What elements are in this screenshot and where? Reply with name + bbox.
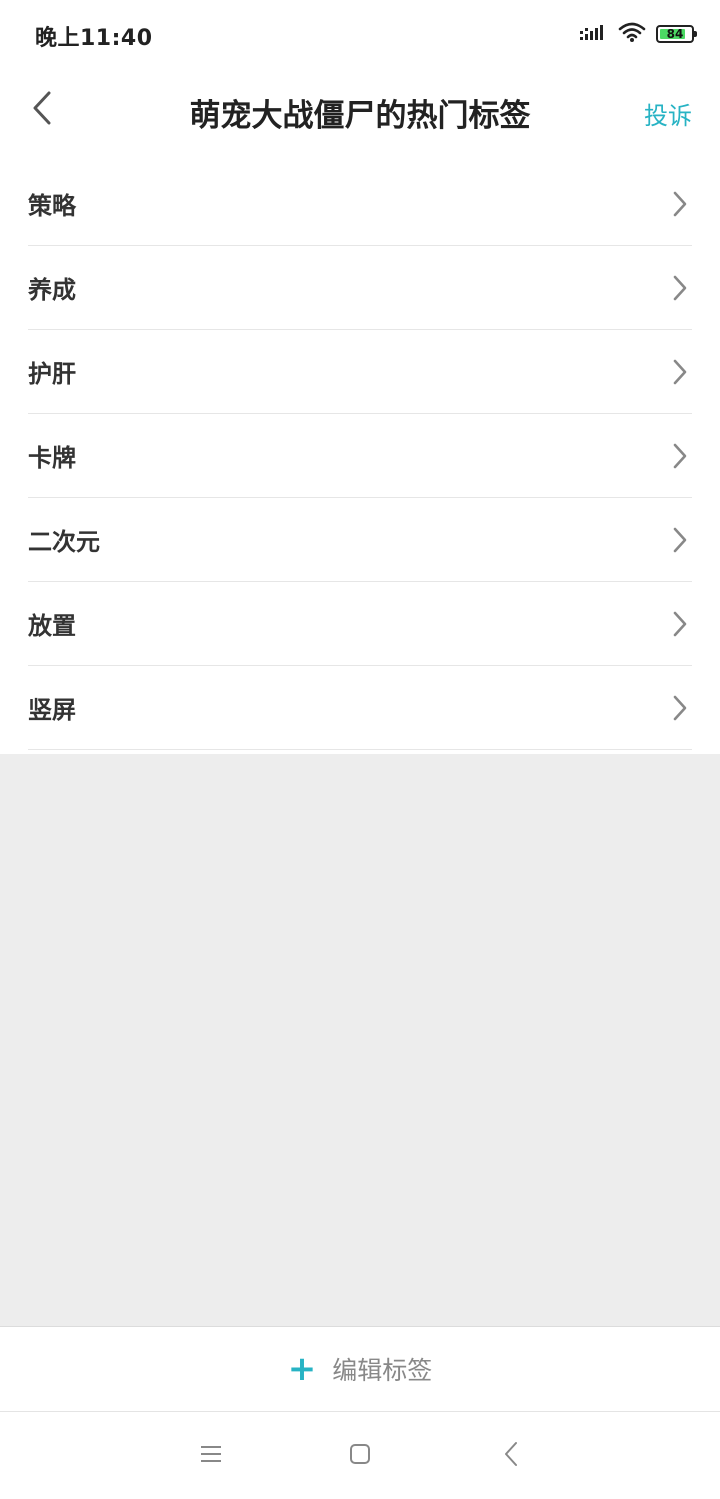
tag-list: 策略 养成 护肝 卡牌 二次元 放置 竖屏 [28,162,692,750]
tag-label: 卡牌 [28,444,76,472]
chevron-right-icon [672,610,688,638]
tag-label: 二次元 [28,528,100,556]
tag-item-2[interactable]: 护肝 [28,330,692,414]
tag-label: 护肝 [28,360,76,388]
wifi-icon [618,21,646,47]
back-icon [503,1441,519,1471]
menu-button[interactable] [191,1440,231,1472]
signal-icon [580,22,608,46]
tag-label: 养成 [28,276,76,304]
system-navigation-bar [0,1412,720,1499]
tag-label: 放置 [28,612,76,640]
battery-level: 84 [666,27,684,41]
chevron-right-icon [672,358,688,386]
plus-icon: + [287,1349,317,1389]
tag-item-0[interactable]: 策略 [28,162,692,246]
home-icon [348,1442,372,1470]
report-button[interactable]: 投诉 [644,96,692,131]
status-time: 晚上11:40 [35,26,153,51]
chevron-right-icon [672,190,688,218]
edit-tags-button[interactable]: + 编辑标签 [0,1326,720,1412]
page-title: 萌宠大战僵尸的热门标签 [189,98,531,134]
status-icons: 84 [580,21,697,47]
status-bar: 晚上11:40 84 [0,0,720,68]
chevron-right-icon [672,694,688,722]
tag-item-6[interactable]: 竖屏 [28,666,692,750]
edit-tags-label: 编辑标签 [332,1356,433,1385]
chevron-right-icon [672,442,688,470]
home-button[interactable] [340,1440,380,1472]
system-back-button[interactable] [491,1440,531,1472]
tag-label: 策略 [28,192,76,220]
menu-icon [199,1444,223,1468]
tag-item-1[interactable]: 养成 [28,246,692,330]
header: 萌宠大战僵尸的热门标签 投诉 [0,68,720,156]
back-button[interactable] [22,88,62,132]
chevron-left-icon [32,91,52,129]
tag-item-3[interactable]: 卡牌 [28,414,692,498]
tag-item-5[interactable]: 放置 [28,582,692,666]
tag-item-4[interactable]: 二次元 [28,498,692,582]
battery-icon: 84 [656,25,697,43]
content-panel: 晚上11:40 84 萌宠大战僵尸的热门标签 投诉 策略 养成 护肝 卡牌 二次… [0,0,720,754]
tag-label: 竖屏 [28,696,76,724]
chevron-right-icon [672,274,688,302]
chevron-right-icon [672,526,688,554]
